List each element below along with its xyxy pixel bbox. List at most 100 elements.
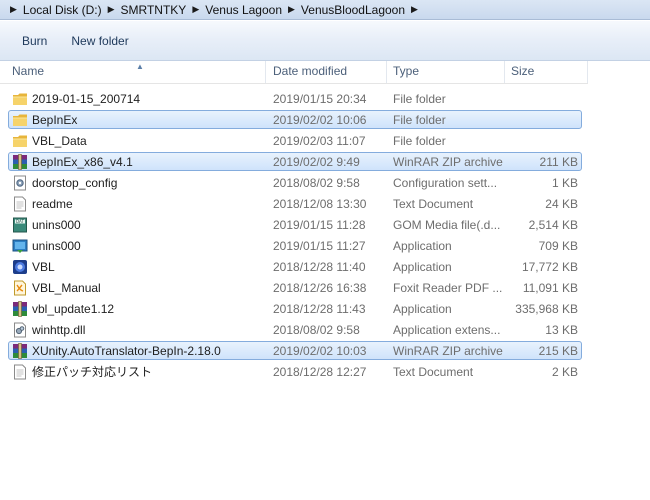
file-name: XUnity.AutoTranslator-BepIn-2.18.0 [32, 344, 221, 358]
column-header-name[interactable]: Name ▲ [6, 61, 266, 83]
command-bar: Burn New folder [0, 21, 650, 61]
breadcrumb-item-smrtntky[interactable]: SMRTNTKY [121, 3, 187, 17]
list-item[interactable]: vbl_update1.12 2018/12/28 11:43 Applicatio… [0, 299, 650, 320]
file-type: File folder [393, 134, 446, 148]
pdf-icon [12, 280, 28, 296]
column-header-name-label: Name [12, 64, 45, 78]
file-date-modified: 2018/12/28 11:40 [273, 260, 366, 274]
column-header-date[interactable]: Date modified [267, 61, 387, 83]
file-type: WinRAR ZIP archive [393, 155, 503, 169]
file-date-modified: 2018/08/02 9:58 [273, 176, 360, 190]
new-folder-button[interactable]: New folder [59, 30, 140, 52]
file-type: Application [393, 239, 452, 253]
list-item[interactable]: winhttp.dll 2018/08/02 9:58 Application ex… [0, 320, 650, 341]
gom-file-icon: DAT [12, 217, 28, 233]
file-name: VBL_Data [32, 134, 87, 148]
svg-text:DAT: DAT [16, 219, 24, 224]
list-item[interactable]: readme 2018/12/08 13:30 Text Document 24 KB [0, 194, 650, 215]
file-size: 24 KB [545, 197, 578, 211]
file-type: Text Document [393, 365, 474, 379]
file-name: VBL_Manual [32, 281, 101, 295]
winrar-icon [12, 154, 28, 170]
column-header-size[interactable]: Size [505, 61, 588, 83]
file-type: Foxit Reader PDF ... [393, 281, 503, 295]
list-item[interactable]: XUnity.AutoTranslator-BepIn-2.18.0 2019/0… [0, 341, 650, 362]
file-name: unins000 [32, 239, 81, 253]
burn-button[interactable]: Burn [10, 30, 59, 52]
file-date-modified: 2019/01/15 11:28 [273, 218, 366, 232]
column-header-type-label: Type [393, 64, 420, 78]
file-date-modified: 2018/08/02 9:58 [273, 323, 360, 337]
file-type: Application [393, 260, 452, 274]
file-size: 335,968 KB [515, 302, 578, 316]
file-name: BepInEx_x86_v4.1 [32, 155, 133, 169]
file-size: 211 KB [539, 155, 578, 169]
file-name: unins000 [32, 218, 81, 232]
folder-icon [12, 112, 28, 128]
file-size: 215 KB [538, 344, 578, 358]
file-date-modified: 2019/02/02 10:03 [273, 344, 367, 358]
file-name: VBL [32, 260, 55, 274]
list-item[interactable]: BepInEx_x86_v4.1 2019/02/02 9:49 WinRAR ZI… [0, 152, 650, 173]
file-name: BepInEx [32, 113, 78, 127]
file-name: 修正パッチ対応リスト [32, 365, 153, 379]
file-type: Text Document [393, 197, 474, 211]
text-file-icon [12, 364, 28, 380]
sort-ascending-icon: ▲ [136, 62, 144, 71]
list-item[interactable]: unins000 2019/01/15 11:27 Application 709 K… [0, 236, 650, 257]
list-item[interactable]: 修正パッチ対応リスト 2018/12/28 12:27 Text Document 2… [0, 362, 650, 383]
file-type: Configuration sett... [393, 176, 498, 190]
list-item[interactable]: VBL 2018/12/28 11:40 Application 17,772 KB [0, 257, 650, 278]
column-header-type[interactable]: Type [387, 61, 505, 83]
file-date-modified: 2018/12/28 11:43 [273, 302, 366, 316]
file-size [505, 131, 578, 152]
file-date-modified: 2019/02/03 11:07 [273, 134, 366, 148]
file-name: winhttp.dll [32, 323, 86, 337]
folder-icon [12, 91, 28, 107]
column-header-date-label: Date modified [273, 64, 348, 78]
file-size: 13 KB [545, 323, 578, 337]
winrar-icon [12, 343, 28, 359]
list-item[interactable]: VBL_Data 2019/02/03 11:07 File folder [0, 131, 650, 152]
file-size: 2 KB [551, 365, 578, 379]
file-date-modified: 2018/12/26 16:38 [273, 281, 367, 295]
breadcrumb-item-venus-lagoon[interactable]: Venus Lagoon [205, 3, 282, 17]
text-file-icon [12, 196, 28, 212]
winrar-icon [12, 301, 28, 317]
file-date-modified: 2018/12/28 12:27 [273, 365, 367, 379]
file-name: readme [32, 197, 73, 211]
file-type: File folder [393, 92, 446, 106]
file-size: 1 KB [551, 176, 578, 190]
file-date-modified: 2019/02/02 9:49 [273, 155, 360, 169]
breadcrumb-item-venusbloodlagoon[interactable]: VenusBloodLagoon [301, 3, 405, 17]
chevron-right-icon[interactable]: ▶ [102, 4, 121, 15]
chevron-right-icon[interactable]: ▶ [186, 4, 205, 15]
list-item[interactable]: BepInEx 2019/02/02 10:06 File folder [0, 110, 650, 131]
file-date-modified: 2018/12/08 13:30 [273, 197, 367, 211]
chevron-right-icon[interactable]: ▶ [282, 4, 301, 15]
file-type: File folder [393, 113, 446, 127]
breadcrumb-item-local-disk[interactable]: Local Disk (D:) [23, 3, 102, 17]
list-item[interactable]: doorstop_config 2018/08/02 9:58 Configurat… [0, 173, 650, 194]
file-size: 17,772 KB [521, 260, 578, 274]
file-name: doorstop_config [32, 176, 118, 190]
folder-icon [12, 133, 28, 149]
installer-icon [12, 238, 28, 254]
file-type: Application [393, 302, 452, 316]
file-size: 709 KB [538, 239, 578, 253]
config-file-icon [12, 175, 28, 191]
list-item[interactable]: VBL_Manual 2018/12/26 16:38 Foxit Reader P… [0, 278, 650, 299]
column-header-row: Name ▲ Date modified Type Size [0, 61, 588, 84]
file-size [505, 110, 578, 131]
list-item[interactable]: 2019-01-15_200714 2019/01/15 20:34 File fo… [0, 89, 650, 110]
chevron-right-icon[interactable]: ▶ [4, 4, 23, 15]
file-type: GOM Media file(.d... [393, 218, 501, 232]
app-icon [12, 259, 28, 275]
file-date-modified: 2019/01/15 11:27 [273, 239, 366, 253]
chevron-right-icon[interactable]: ▶ [405, 4, 424, 15]
file-type: Application extens... [393, 323, 501, 337]
file-size [505, 89, 578, 110]
column-header-size-label: Size [511, 64, 535, 78]
list-item[interactable]: DAT unins000 2019/01/15 11:28 GOM Media fil… [0, 215, 650, 236]
file-date-modified: 2019/02/02 10:06 [273, 113, 367, 127]
